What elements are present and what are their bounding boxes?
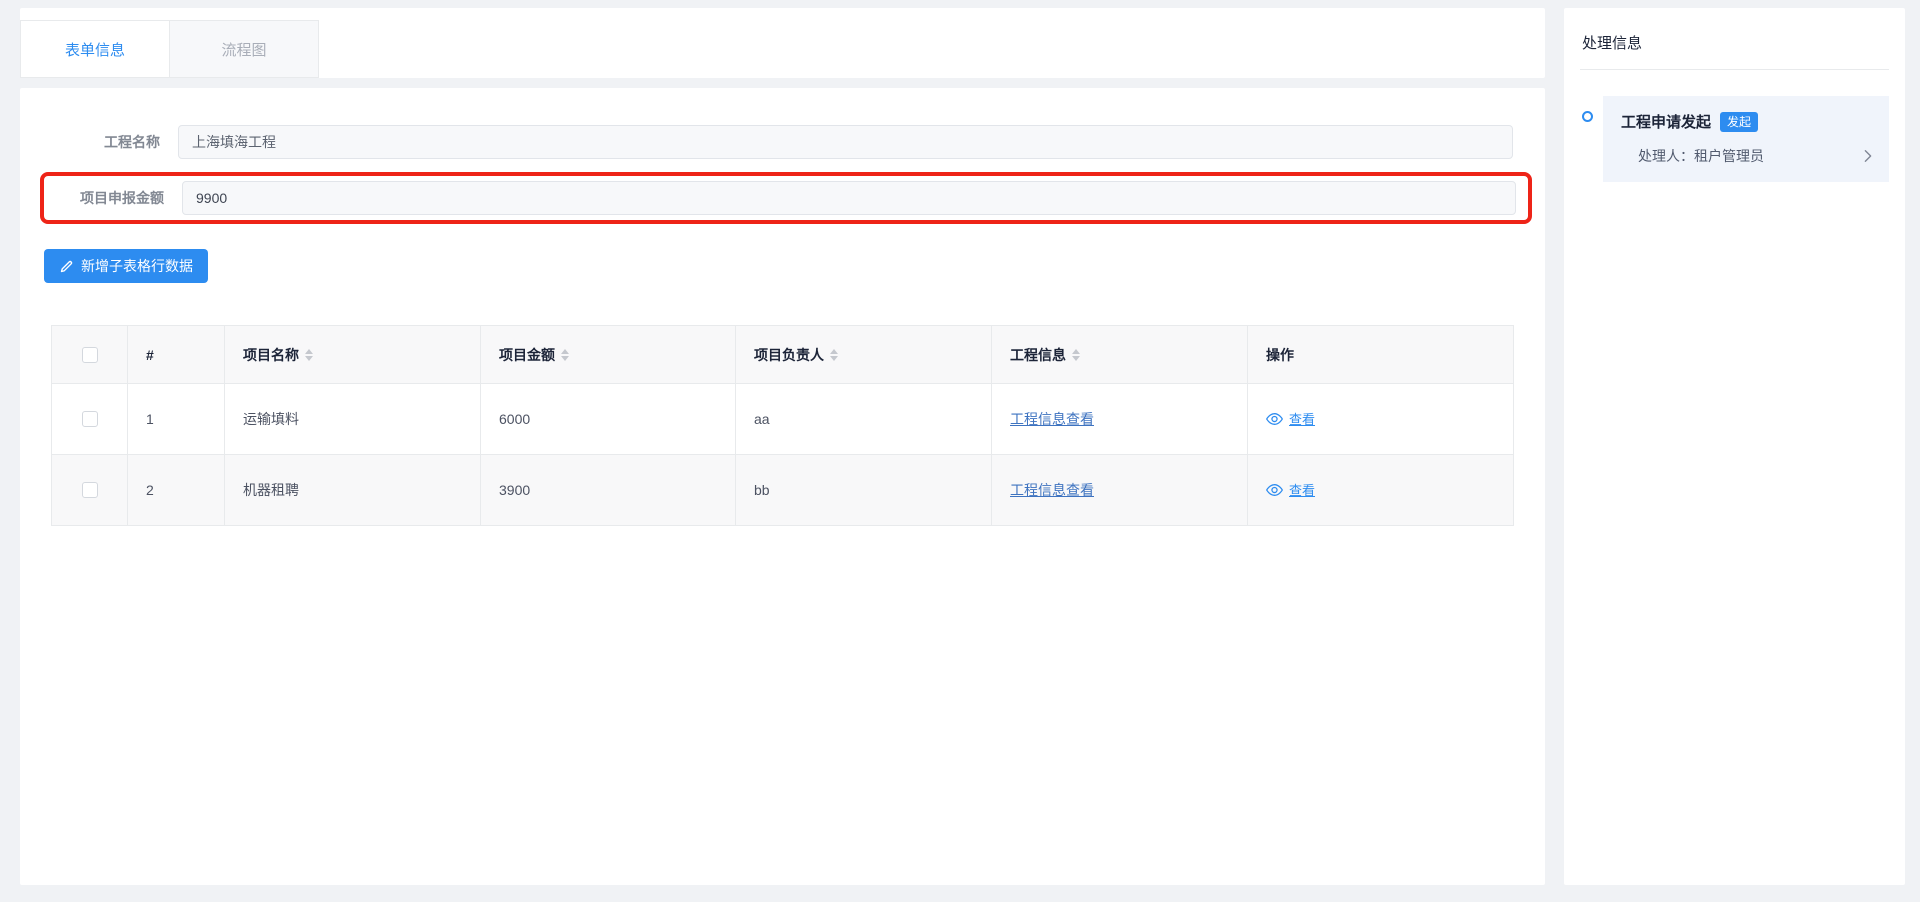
cell-project-manager: bb bbox=[736, 455, 992, 526]
header-project-manager[interactable]: 项目负责人 bbox=[736, 326, 992, 384]
header-project-name[interactable]: 项目名称 bbox=[225, 326, 481, 384]
timeline-dot-icon bbox=[1582, 111, 1593, 122]
header-actions-label: 操作 bbox=[1266, 347, 1294, 363]
header-project-manager-label: 项目负责人 bbox=[754, 345, 824, 365]
header-engineering-info[interactable]: 工程信息 bbox=[992, 326, 1248, 384]
sort-icon[interactable] bbox=[305, 349, 313, 361]
field-row-declared-amount: 项目申报金额 9900 bbox=[44, 181, 1528, 215]
header-engineering-info-label: 工程信息 bbox=[1010, 345, 1066, 365]
pencil-icon bbox=[59, 259, 74, 274]
initiate-badge: 发起 bbox=[1720, 112, 1758, 132]
view-action-label: 查看 bbox=[1289, 409, 1315, 428]
declared-amount-input[interactable]: 9900 bbox=[182, 181, 1516, 215]
form-panel: 工程名称 上海填海工程 项目申报金额 9900 新增子表格行数据 bbox=[20, 88, 1545, 885]
tab-flow-chart[interactable]: 流程图 bbox=[169, 20, 319, 78]
add-subtable-row-button[interactable]: 新增子表格行数据 bbox=[44, 249, 208, 283]
tab-flow-chart-label: 流程图 bbox=[221, 39, 266, 60]
cell-project-manager: aa bbox=[736, 384, 992, 455]
cell-actions: 查看 bbox=[1248, 384, 1514, 455]
header-index-label: # bbox=[146, 347, 154, 363]
header-actions: 操作 bbox=[1248, 326, 1514, 384]
cell-project-name: 运输填料 bbox=[225, 384, 481, 455]
cell-index: 1 bbox=[128, 384, 225, 455]
select-all-checkbox[interactable] bbox=[82, 347, 98, 363]
engineering-info-link[interactable]: 工程信息查看 bbox=[1010, 411, 1094, 427]
red-highlight-box: 项目申报金额 9900 bbox=[40, 172, 1532, 224]
eye-icon bbox=[1266, 412, 1283, 426]
add-subtable-row-button-label: 新增子表格行数据 bbox=[81, 256, 193, 276]
cell-index: 2 bbox=[128, 455, 225, 526]
row-checkbox[interactable] bbox=[82, 411, 98, 427]
process-step-card[interactable]: 工程申请发起 发起 处理人：租户管理员 bbox=[1603, 96, 1889, 182]
cell-engineering-info: 工程信息查看 bbox=[992, 455, 1248, 526]
page: 表单信息 流程图 工程名称 上海填海工程 项目申报金额 9900 bbox=[0, 0, 1920, 902]
sub-table: # 项目名称 项目金额 bbox=[51, 325, 1514, 526]
tab-form-info[interactable]: 表单信息 bbox=[20, 20, 170, 78]
eye-icon bbox=[1266, 483, 1283, 497]
table-row: 1 运输填料 6000 aa 工程信息查看 bbox=[52, 384, 1514, 455]
process-step-title: 工程申请发起 bbox=[1621, 111, 1711, 132]
process-info-panel: 处理信息 工程申请发起 发起 处理人：租户管理员 bbox=[1564, 8, 1905, 885]
view-action-link[interactable]: 查看 bbox=[1266, 480, 1315, 499]
table-header-row: # 项目名称 项目金额 bbox=[52, 326, 1514, 384]
field-row-project-name: 工程名称 上海填海工程 bbox=[20, 125, 1545, 159]
project-name-input[interactable]: 上海填海工程 bbox=[178, 125, 1513, 159]
row-select-cell bbox=[52, 455, 128, 526]
cell-project-amount: 3900 bbox=[481, 455, 736, 526]
sort-icon[interactable] bbox=[561, 349, 569, 361]
header-project-amount-label: 项目金额 bbox=[499, 345, 555, 365]
declared-amount-label: 项目申报金额 bbox=[44, 188, 164, 208]
handler-label: 处理人：租户管理员 bbox=[1638, 146, 1764, 166]
sort-icon[interactable] bbox=[1072, 349, 1080, 361]
main-column: 表单信息 流程图 工程名称 上海填海工程 项目申报金额 9900 bbox=[20, 8, 1545, 885]
view-action-link[interactable]: 查看 bbox=[1266, 409, 1315, 428]
header-project-name-label: 项目名称 bbox=[243, 345, 299, 365]
project-name-label: 工程名称 bbox=[20, 132, 160, 152]
tab-form-info-label: 表单信息 bbox=[65, 39, 125, 60]
header-index: # bbox=[128, 326, 225, 384]
cell-actions: 查看 bbox=[1248, 455, 1514, 526]
engineering-info-link[interactable]: 工程信息查看 bbox=[1010, 482, 1094, 498]
cell-engineering-info: 工程信息查看 bbox=[992, 384, 1248, 455]
row-checkbox[interactable] bbox=[82, 482, 98, 498]
timeline-item: 工程申请发起 发起 处理人：租户管理员 bbox=[1580, 96, 1889, 182]
tab-bar: 表单信息 流程图 bbox=[20, 8, 1545, 78]
table-row: 2 机器租聘 3900 bb 工程信息查看 bbox=[52, 455, 1514, 526]
header-project-amount[interactable]: 项目金额 bbox=[481, 326, 736, 384]
sort-icon[interactable] bbox=[830, 349, 838, 361]
view-action-label: 查看 bbox=[1289, 480, 1315, 499]
cell-project-name: 机器租聘 bbox=[225, 455, 481, 526]
row-select-cell bbox=[52, 384, 128, 455]
cell-project-amount: 6000 bbox=[481, 384, 736, 455]
chevron-right-icon[interactable] bbox=[1863, 149, 1873, 163]
process-info-title: 处理信息 bbox=[1580, 22, 1889, 70]
header-select-all-cell bbox=[52, 326, 128, 384]
